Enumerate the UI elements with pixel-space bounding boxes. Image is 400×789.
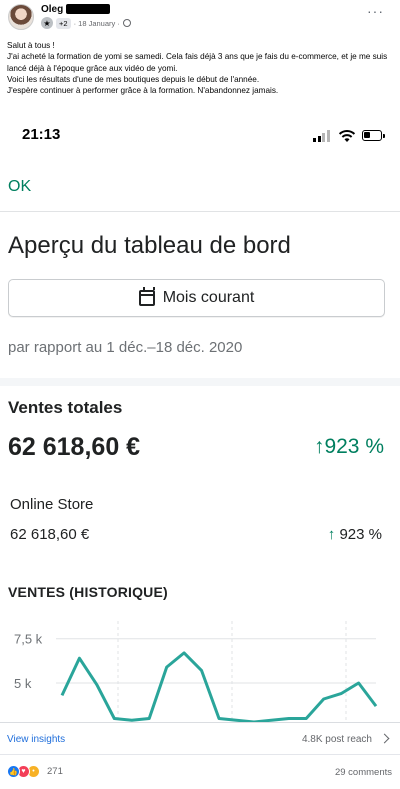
online-store-label: Online Store xyxy=(10,496,94,513)
total-sales-label: Ventes totales xyxy=(8,398,123,417)
period-selector-button[interactable]: Mois courant xyxy=(8,279,385,317)
post-header: Oleg ★ +2 · 18 January · ··· xyxy=(0,0,400,34)
period-selector-label: Mois courant xyxy=(162,289,255,306)
wifi-icon xyxy=(338,130,356,142)
calendar-icon xyxy=(138,287,155,306)
more-options-button[interactable]: ··· xyxy=(367,4,384,18)
post-reach[interactable]: 4.8K post reach xyxy=(302,734,372,745)
post-date[interactable]: · 18 January · xyxy=(74,19,120,28)
footer-divider xyxy=(0,754,400,755)
post-line: J'espère continuer à performer grâce à l… xyxy=(7,86,279,96)
footer-divider xyxy=(0,722,400,723)
arrow-up-icon: ↑ xyxy=(327,526,340,543)
comments-count[interactable]: 29 comments xyxy=(335,767,392,778)
reactions-summary[interactable]: 👍 ♥ • 271 xyxy=(7,765,63,778)
chevron-right-icon[interactable] xyxy=(379,733,390,744)
status-time: 21:13 xyxy=(22,126,61,143)
like-reaction-icon: 👍 xyxy=(7,765,20,778)
total-sales-delta: ↑923 % xyxy=(314,435,384,459)
plus-badge[interactable]: +2 xyxy=(56,17,71,29)
divider xyxy=(0,211,400,212)
total-sales-delta-value: 923 % xyxy=(324,435,384,458)
cellular-signal-icon xyxy=(313,130,330,142)
post-meta: ★ +2 · 18 January · xyxy=(41,17,131,29)
comparison-text: par rapport au 1 déc.–18 déc. 2020 xyxy=(8,339,243,356)
attached-screenshot[interactable]: 21:13 OK Aperçu du tableau de bord Mois … xyxy=(0,110,400,722)
star-badge-icon: ★ xyxy=(41,17,53,29)
sales-history-label: VENTES (HISTORIQUE) xyxy=(8,584,168,600)
section-gap xyxy=(0,378,400,386)
online-store-delta: ↑ 923 % xyxy=(328,526,382,543)
phone-status-bar: 21:13 xyxy=(0,110,400,158)
author-avatar[interactable] xyxy=(8,4,34,30)
chart-y-tick-label: 7,5 k xyxy=(14,632,43,647)
total-sales-value: 62 618,60 € xyxy=(8,433,141,461)
chart-series-line xyxy=(60,651,378,722)
sales-history-chart: 7,5 k 5 k xyxy=(14,621,378,722)
post-line: J'ai acheté la formation de yomi se same… xyxy=(7,52,388,73)
author-name[interactable]: Oleg xyxy=(41,4,63,15)
dashboard-title: Aperçu du tableau de bord xyxy=(8,232,291,259)
post-line: Salut à tous ! xyxy=(7,41,55,50)
post-line: Voici les résultats d'une de mes boutiqu… xyxy=(7,74,260,84)
reaction-count: 271 xyxy=(47,766,63,777)
redacted-name-bar xyxy=(66,4,110,14)
post-body: Salut à tous ! J'ai acheté la formation … xyxy=(7,40,395,96)
online-store-value: 62 618,60 € xyxy=(10,526,90,543)
globe-icon xyxy=(122,19,131,27)
battery-icon xyxy=(362,130,385,141)
ok-button[interactable]: OK xyxy=(8,178,31,196)
chart-y-tick-label: 5 k xyxy=(14,676,32,691)
arrow-up-icon: ↑ xyxy=(313,435,325,458)
view-insights-link[interactable]: View insights xyxy=(7,734,65,745)
online-store-delta-value: 923 % xyxy=(339,526,382,543)
